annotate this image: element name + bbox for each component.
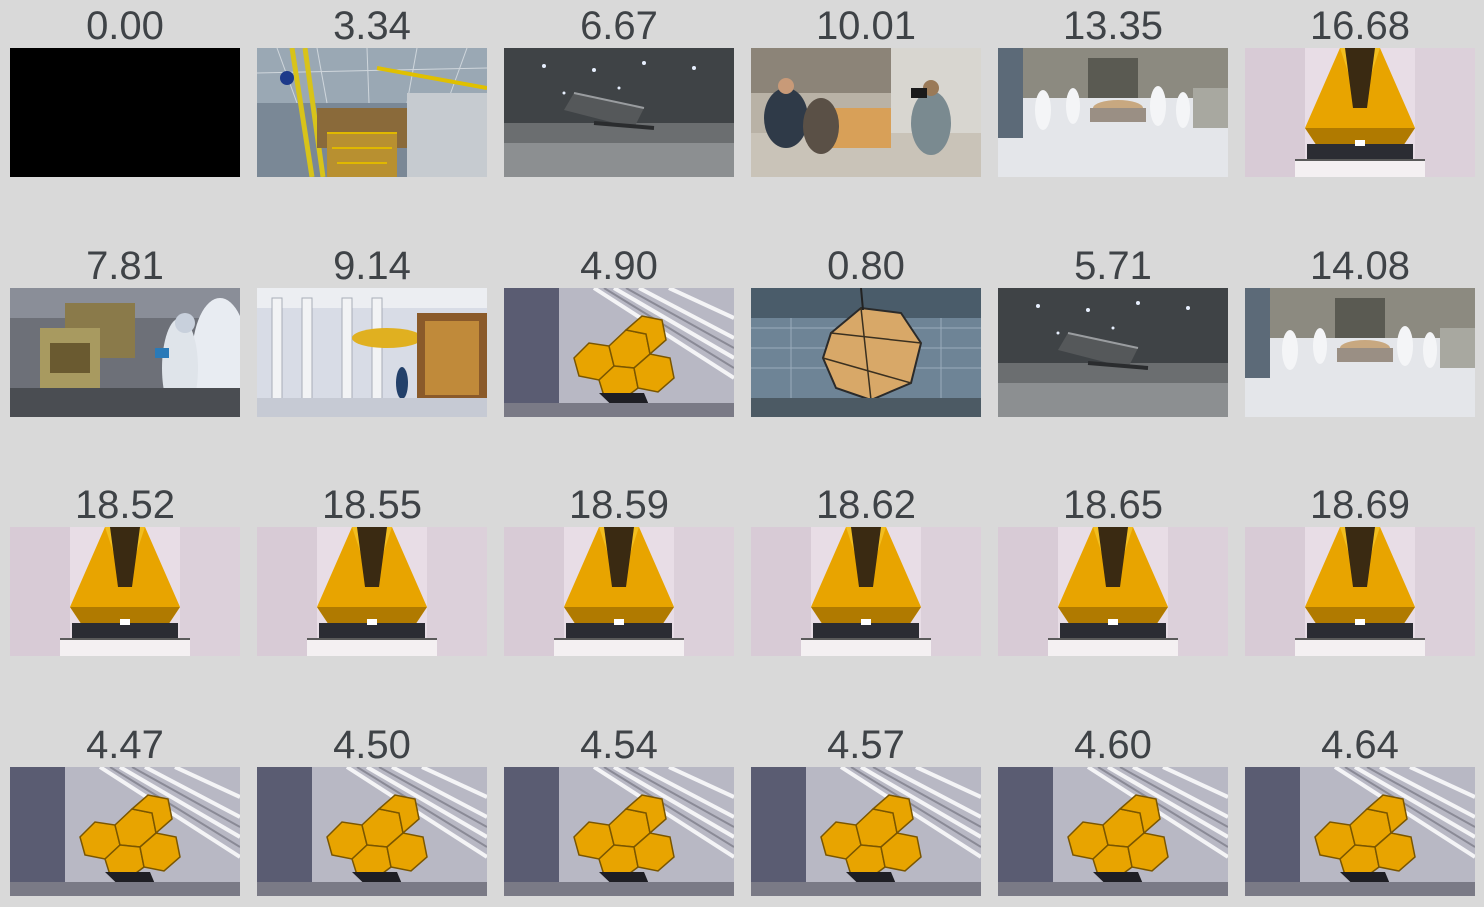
frame-thumbnail-telescope-angled [10,767,240,896]
frame-cell: 18.52 [10,479,240,656]
frame-cell: 4.60 [998,719,1228,896]
frame-timestamp: 13.35 [1062,4,1164,48]
frame-cell: 14.08 [1245,240,1475,417]
frame-timestamp: 0.00 [86,4,164,48]
frame-thumbnail-instrument-assembly [10,288,240,417]
frame-cell: 0.80 [751,240,981,417]
frame-cell: 18.62 [751,479,981,656]
frame-timestamp: 4.50 [333,723,411,767]
frame-thumbnail-telescope-angled [998,767,1228,896]
frame-cell: 3.34 [257,0,487,177]
frame-thumbnail-telescope-angled [751,767,981,896]
frame-thumbnail-dark-chamber [998,288,1228,417]
frame-timestamp: 4.64 [1321,723,1399,767]
frame-timestamp: 7.81 [86,244,164,288]
frame-thumbnail-telescope-front [751,527,981,656]
frame-thumbnail-mirror-lift [257,288,487,417]
frame-thumbnail-telescope-front [10,527,240,656]
frame-thumbnail-telescope-angled [257,767,487,896]
frame-thumbnail-telescope-front [1245,527,1475,656]
frame-thumbnail-dark-chamber [504,48,734,177]
frame-cell: 18.55 [257,479,487,656]
frame-timestamp: 18.59 [568,483,670,527]
frame-thumbnail-workers-crate [751,48,981,177]
frame-cell: 10.01 [751,0,981,177]
frame-cell: 18.59 [504,479,734,656]
frame-thumbnail-cleanroom-cart [1245,288,1475,417]
frame-thumbnail-telescope-front [1245,48,1475,177]
frame-timestamp: 5.71 [1074,244,1152,288]
frame-thumbnail-telescope-angled [504,288,734,417]
frame-timestamp: 4.57 [827,723,905,767]
frame-cell: 4.57 [751,719,981,896]
frame-thumbnail-telescope-front [257,527,487,656]
frame-thumbnail-telescope-angled [504,767,734,896]
frame-grid: 0.00 3.34 6.67 10.01 13.35 16.68 7.81 9.… [0,0,1484,907]
frame-timestamp: 4.54 [580,723,658,767]
frame-timestamp: 4.90 [580,244,658,288]
frame-timestamp: 18.65 [1062,483,1164,527]
frame-thumbnail-mirror-chamber [751,288,981,417]
frame-thumbnail-telescope-front [998,527,1228,656]
frame-thumbnail-telescope-angled [1245,767,1475,896]
frame-timestamp: 18.55 [321,483,423,527]
frame-cell: 4.54 [504,719,734,896]
frame-cell: 4.47 [10,719,240,896]
frame-cell: 7.81 [10,240,240,417]
frame-cell: 4.50 [257,719,487,896]
frame-cell: 6.67 [504,0,734,177]
frame-timestamp: 6.67 [580,4,658,48]
frame-thumbnail-black [10,48,240,177]
frame-cell: 4.90 [504,240,734,417]
frame-cell: 4.64 [1245,719,1475,896]
frame-timestamp: 4.60 [1074,723,1152,767]
frame-cell: 18.65 [998,479,1228,656]
frame-timestamp: 14.08 [1309,244,1411,288]
frame-cell: 5.71 [998,240,1228,417]
frame-cell: 16.68 [1245,0,1475,177]
frame-timestamp: 4.47 [86,723,164,767]
frame-timestamp: 0.80 [827,244,905,288]
frame-cell: 18.69 [1245,479,1475,656]
frame-thumbnail-hangar-structure [257,48,487,177]
frame-timestamp: 18.62 [815,483,917,527]
frame-thumbnail-telescope-front [504,527,734,656]
frame-timestamp: 16.68 [1309,4,1411,48]
frame-cell: 9.14 [257,240,487,417]
frame-timestamp: 9.14 [333,244,411,288]
frame-cell: 13.35 [998,0,1228,177]
frame-thumbnail-cleanroom-cart [998,48,1228,177]
frame-timestamp: 10.01 [815,4,917,48]
frame-timestamp: 18.52 [74,483,176,527]
frame-timestamp: 18.69 [1309,483,1411,527]
frame-cell: 0.00 [10,0,240,177]
frame-timestamp: 3.34 [333,4,411,48]
